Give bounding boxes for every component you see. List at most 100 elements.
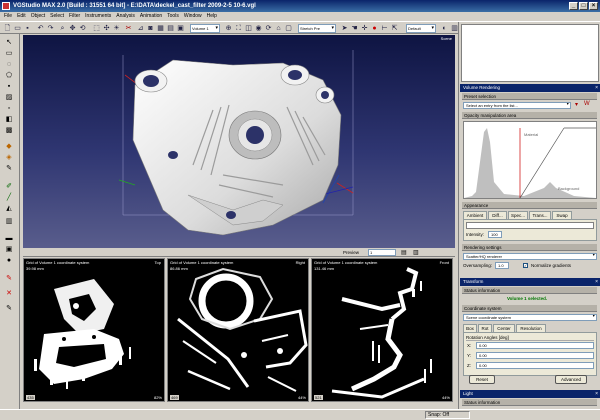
dropper-icon[interactable]: ✎: [4, 164, 14, 173]
renderer-select[interactable]: Scatter/HQ renderer: [463, 253, 597, 260]
slice-view-right[interactable]: Grid of Volume 1 coordinate system 86.86…: [167, 258, 309, 402]
intensity-field[interactable]: 100: [488, 231, 502, 238]
menu-filter[interactable]: Filter: [69, 12, 80, 21]
frame-icon[interactable]: ◫: [244, 24, 253, 33]
menu-instruments[interactable]: Instruments: [85, 12, 111, 21]
grid-icon[interactable]: ▦: [156, 24, 165, 33]
save-preset-icon[interactable]: ▾: [575, 101, 578, 108]
slice-coordinate[interactable]: 435: [26, 395, 35, 400]
rect-select-icon[interactable]: ▭: [4, 49, 14, 58]
split-view-icon[interactable]: ▥: [413, 249, 419, 256]
tab-rot[interactable]: Rot: [478, 324, 492, 332]
volume-rendering-header[interactable]: Volume Rendering ×: [460, 84, 600, 92]
paint-icon[interactable]: ◈: [4, 153, 14, 162]
camera-icon[interactable]: ◉: [254, 24, 263, 33]
undo-icon[interactable]: ↶: [36, 24, 45, 33]
pointer-icon[interactable]: ⇱: [390, 24, 399, 33]
shapes-icon[interactable]: ◭: [4, 204, 14, 213]
light-header[interactable]: Light ×: [460, 390, 600, 398]
menu-animation[interactable]: Animation: [140, 12, 162, 21]
ortho-icon[interactable]: ▢: [284, 24, 293, 33]
cross-icon[interactable]: ✛: [360, 24, 369, 33]
slice-coordinate[interactable]: 469: [170, 395, 179, 400]
stop-icon[interactable]: ●: [370, 24, 379, 33]
close-icon[interactable]: ×: [595, 84, 598, 92]
opacity-curve-area[interactable]: Material Background: [463, 121, 597, 199]
cursor-icon[interactable]: ➤: [340, 24, 349, 33]
normalize-gradients-checkbox[interactable]: ✓: [523, 263, 528, 268]
hand-icon[interactable]: ☚: [350, 24, 359, 33]
preset-options-icon[interactable]: W: [584, 101, 590, 107]
layout-icon[interactable]: ▤: [166, 24, 175, 33]
advanced-button[interactable]: Advanced: [555, 375, 587, 384]
transform-header[interactable]: Transform ×: [460, 278, 600, 286]
move-icon[interactable]: ✣: [102, 24, 111, 33]
preview-combo[interactable]: 1: [368, 249, 396, 256]
ruler-icon[interactable]: ⊢: [380, 24, 389, 33]
menu-analysis[interactable]: Analysis: [116, 12, 135, 21]
menu-file[interactable]: File: [4, 12, 12, 21]
fit-icon[interactable]: ⛶: [234, 24, 243, 33]
snapshot-icon[interactable]: ◙: [146, 24, 155, 33]
annotation-icon[interactable]: ✎: [4, 304, 14, 313]
rotation-x-field[interactable]: 0.00: [476, 342, 594, 349]
tab-diffuse[interactable]: Diff...: [488, 211, 507, 219]
zoom-icon[interactable]: ⌕: [58, 24, 67, 33]
snap-status[interactable]: Snap: Off: [425, 411, 470, 419]
menu-select[interactable]: Select: [50, 12, 64, 21]
plane-icon[interactable]: ▬: [4, 234, 14, 243]
3d-view[interactable]: Scene: [23, 35, 455, 248]
erase-icon[interactable]: ▫: [4, 104, 14, 113]
home-icon[interactable]: ⌂: [274, 24, 283, 33]
color-icon[interactable]: ◐: [440, 24, 449, 33]
redo-icon[interactable]: ↷: [46, 24, 55, 33]
tab-box[interactable]: Box: [463, 324, 477, 332]
menu-help[interactable]: Help: [207, 12, 217, 21]
zoom-combo[interactable]: Stretch Pre: [298, 24, 336, 33]
tab-center[interactable]: Center: [493, 324, 515, 332]
coordinate-select[interactable]: Scene coordinate system: [463, 314, 597, 321]
tab-swap[interactable]: Swap: [552, 211, 572, 219]
lasso-icon[interactable]: ◌: [4, 60, 14, 69]
brush-icon[interactable]: ▪: [4, 82, 14, 91]
cut-plane-icon[interactable]: ✂: [124, 24, 133, 33]
line-icon[interactable]: ╱: [4, 193, 14, 202]
orient-icon[interactable]: ⟳: [264, 24, 273, 33]
save-icon[interactable]: ▪: [23, 24, 32, 33]
window-icon[interactable]: ▣: [176, 24, 185, 33]
oversampling-field[interactable]: 1.0: [495, 262, 509, 269]
object-list[interactable]: [461, 24, 599, 82]
menu-window[interactable]: Window: [184, 12, 202, 21]
tab-transparency[interactable]: Trans...: [529, 211, 551, 219]
rotate-icon[interactable]: ⟲: [78, 24, 87, 33]
sphere-icon[interactable]: ●: [4, 256, 14, 265]
minimize-button[interactable]: _: [569, 2, 578, 10]
invert-icon[interactable]: ◧: [4, 115, 14, 124]
maximize-button[interactable]: □: [579, 2, 588, 10]
arrow-tool-icon[interactable]: ↖: [4, 38, 14, 47]
rotation-y-field[interactable]: 0.00: [476, 352, 594, 359]
new-file-icon[interactable]: 🗋: [3, 24, 12, 33]
fill-icon[interactable]: ▩: [4, 126, 14, 135]
rotation-z-field[interactable]: 0.00: [476, 362, 594, 369]
cursor-combo[interactable]: Default: [406, 24, 436, 33]
region-grow-icon[interactable]: ▨: [4, 93, 14, 102]
pin-icon[interactable]: ✕: [4, 289, 14, 298]
roi-icon[interactable]: ◆: [4, 142, 14, 151]
slice-view-front[interactable]: Grid of Volume 1 coordinate system 131.4…: [311, 258, 453, 402]
open-folder-icon[interactable]: ▭: [13, 24, 22, 33]
tab-specular[interactable]: Spec...: [508, 211, 528, 219]
menu-object[interactable]: Object: [31, 12, 45, 21]
measure-icon[interactable]: ⊿: [136, 24, 145, 33]
slice-view-top[interactable]: Grid of Volume 1 coordinate system 39.98…: [23, 258, 165, 402]
tab-ambient[interactable]: Ambient: [463, 211, 487, 219]
close-icon[interactable]: ×: [595, 278, 598, 286]
select-icon[interactable]: ⬚: [92, 24, 101, 33]
close-button[interactable]: ×: [589, 2, 598, 10]
reset-button[interactable]: Reset: [469, 375, 495, 384]
objects-combo[interactable]: Volume 1: [190, 24, 220, 33]
red-pen-icon[interactable]: ✎: [4, 274, 14, 283]
pan-icon[interactable]: ✥: [68, 24, 77, 33]
box-icon[interactable]: ▣: [4, 245, 14, 254]
ruler-tool-icon[interactable]: ▥: [4, 217, 14, 226]
